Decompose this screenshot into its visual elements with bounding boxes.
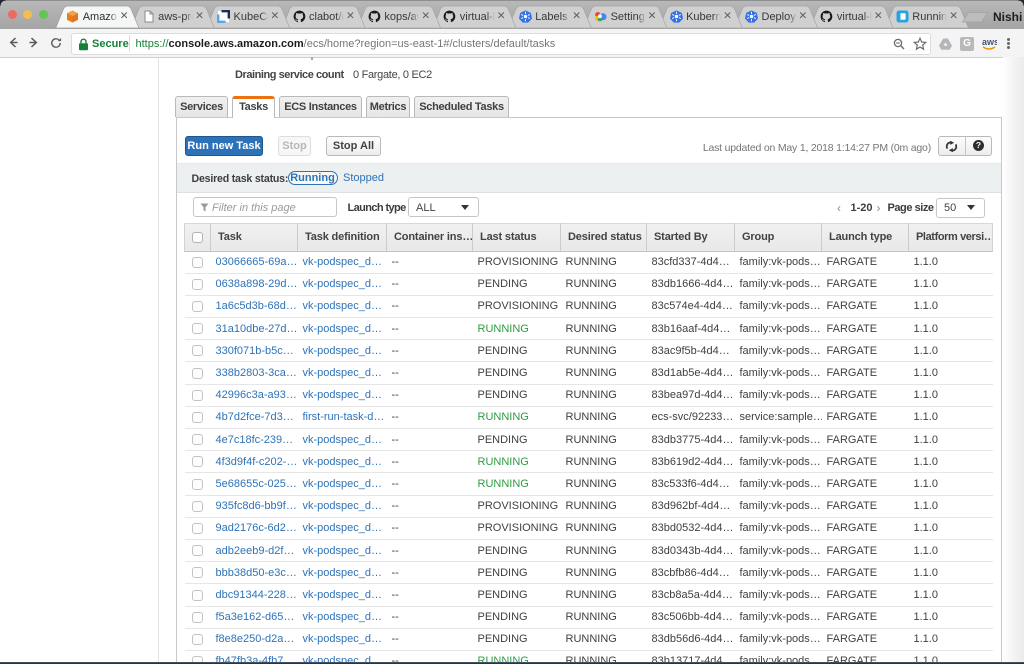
svg-text:aws: aws [982,37,997,47]
